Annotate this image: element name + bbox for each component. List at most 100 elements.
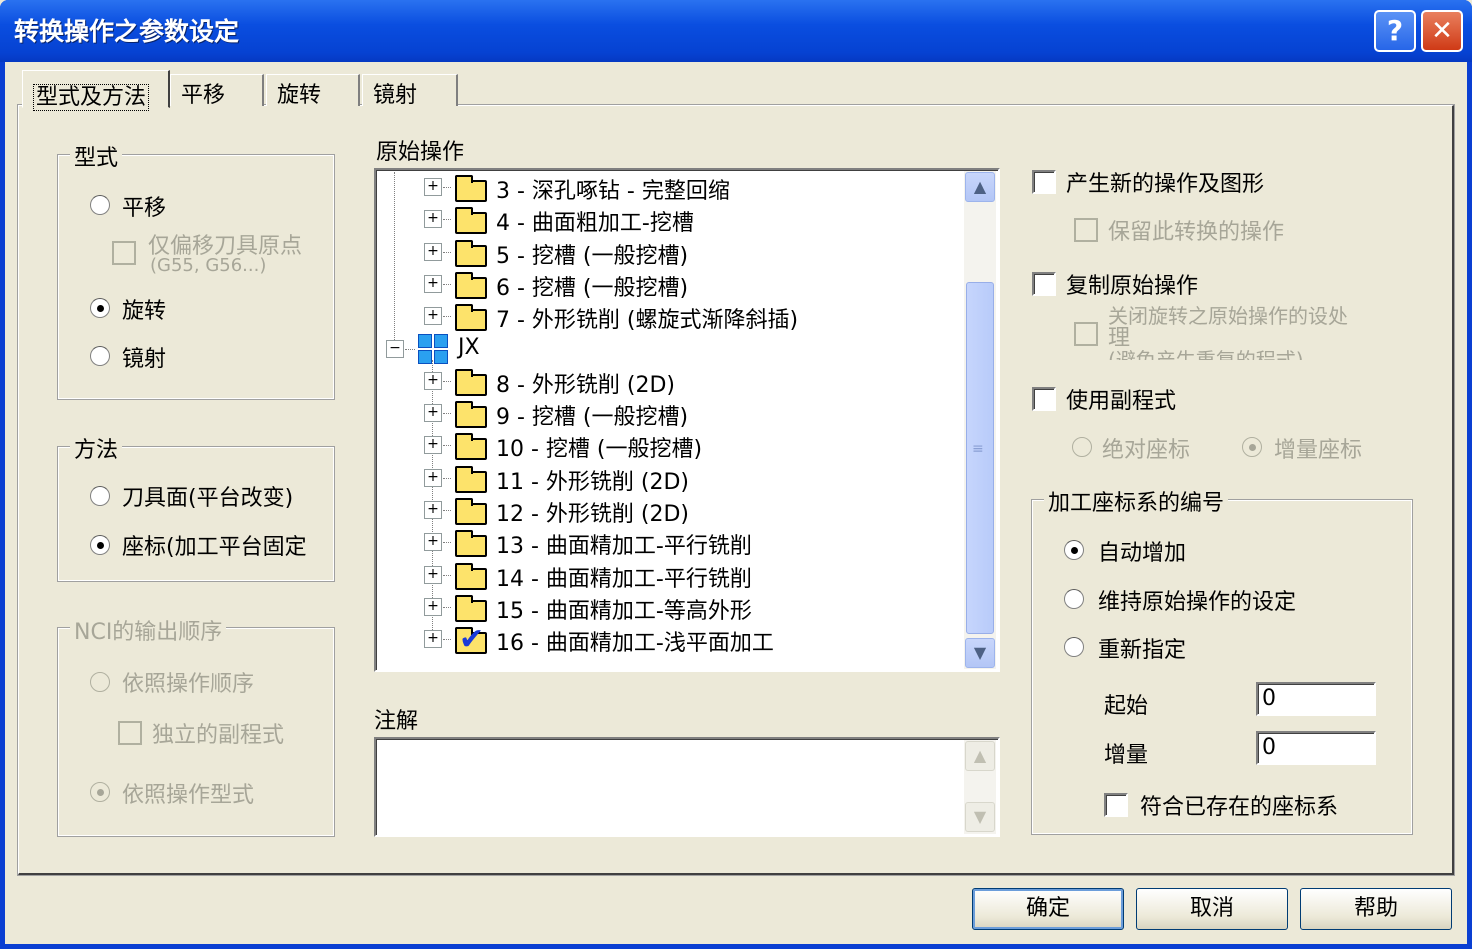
folder-icon	[455, 595, 487, 622]
create-new-ops-checkbox[interactable]	[1032, 170, 1056, 194]
tree-node[interactable]: +15 - 曲面精加工-等高外形	[380, 591, 960, 624]
tree-node-label: 3 - 深孔啄钻 - 完整回缩	[496, 179, 730, 204]
radio-incremental-coords[interactable]	[1242, 437, 1262, 457]
close-icon[interactable]: ✕	[1421, 10, 1463, 52]
tab-type-method-label: 型式及方法	[33, 84, 150, 111]
tree-line	[443, 413, 451, 414]
tree-node-label: 11 - 外形铣削 (2D)	[496, 470, 690, 495]
match-existing-label: 符合已存在的座标系	[1140, 795, 1339, 820]
keep-transform-ops-checkbox[interactable]	[1074, 218, 1098, 242]
folder-icon	[455, 433, 487, 460]
expand-icon[interactable]: +	[424, 404, 442, 422]
rotate-label: 旋转	[122, 299, 167, 324]
tree-node[interactable]: − JX	[380, 333, 960, 365]
tree-node-label: 8 - 外形铣削 (2D)	[496, 373, 676, 398]
expand-icon[interactable]: +	[424, 436, 442, 454]
tree-node-label: 14 - 曲面精加工-平行铣削	[496, 567, 752, 592]
expand-icon[interactable]: +	[424, 501, 442, 519]
help-icon[interactable]: ?	[1374, 10, 1416, 52]
radio-auto-increment[interactable]	[1064, 540, 1084, 560]
copy-source-ops-label: 复制原始操作	[1066, 274, 1199, 299]
tree-node-label: 16 - 曲面精加工-浅平面加工	[496, 631, 774, 656]
radio-tool-plane[interactable]	[90, 486, 110, 506]
tree-node-label: 6 - 挖槽 (一般挖槽)	[496, 276, 689, 301]
increment-input[interactable]: 0	[1256, 731, 1376, 765]
ok-button[interactable]: 确定	[972, 888, 1124, 930]
tab-translate[interactable]: 平移	[170, 74, 264, 108]
tree-line	[443, 607, 451, 608]
tree-node[interactable]: +8 - 外形铣削 (2D)	[380, 365, 960, 398]
independent-subprogram-checkbox[interactable]	[118, 721, 142, 745]
absolute-coords-label: 绝对座标	[1102, 438, 1191, 463]
offset-origin-checkbox[interactable]	[112, 241, 136, 265]
tab-rotate[interactable]: 旋转	[266, 74, 360, 108]
radio-coordinate[interactable]	[90, 535, 110, 555]
expand-icon[interactable]: +	[424, 275, 442, 293]
cancel-button[interactable]: 取消	[1136, 888, 1288, 930]
checkmark-icon: ✔	[459, 622, 485, 657]
tree-node[interactable]: + ✔ 16 - 曲面精加工-浅平面加工	[380, 622, 960, 657]
help-button[interactable]: 帮助	[1300, 888, 1452, 930]
radio-rotate[interactable]	[90, 298, 110, 318]
expand-icon[interactable]: +	[424, 210, 442, 228]
radio-mirror[interactable]	[90, 346, 110, 366]
translate-label: 平移	[122, 196, 167, 221]
copy-source-ops-checkbox[interactable]	[1032, 272, 1056, 296]
expand-icon[interactable]: +	[424, 178, 442, 196]
tree-node[interactable]: +4 - 曲面粗加工-挖槽	[380, 203, 960, 236]
notes-textarea[interactable]	[374, 737, 1000, 837]
radio-absolute-coords[interactable]	[1072, 437, 1092, 457]
tree-node-label: 12 - 外形铣削 (2D)	[496, 502, 690, 527]
expand-icon[interactable]: +	[424, 307, 442, 325]
checked-folder-icon: ✔	[455, 622, 487, 657]
expand-icon[interactable]: +	[424, 630, 442, 648]
copy-sub-label-line1: 关闭旋转之原始操作的设处	[1108, 306, 1348, 328]
incremental-coords-label: 增量座标	[1274, 438, 1363, 463]
scroll-thumb[interactable]	[966, 282, 994, 634]
expand-icon[interactable]: +	[424, 598, 442, 616]
tree-line	[443, 575, 451, 576]
tree-line	[443, 284, 451, 285]
scroll-up-icon[interactable]: ▲	[965, 172, 995, 202]
tree-node[interactable]: +6 - 挖槽 (一般挖槽)	[380, 268, 960, 301]
collapse-icon[interactable]: −	[386, 340, 404, 358]
copy-sub-checkbox[interactable]	[1074, 322, 1098, 346]
start-input[interactable]: 0	[1256, 682, 1376, 716]
auto-increment-label: 自动增加	[1098, 541, 1187, 566]
radio-by-operation-type[interactable]	[90, 782, 110, 802]
tab-mirror[interactable]: 镜射	[362, 74, 458, 108]
radio-keep-original[interactable]	[1064, 589, 1084, 609]
work-offset-group-title: 加工座标系的编号	[1044, 485, 1229, 517]
tree-line	[443, 252, 451, 253]
tree-node[interactable]: +7 - 外形铣削 (螺旋式渐降斜插)	[380, 300, 960, 333]
tree-node[interactable]: +10 - 挖槽 (一般挖槽)	[380, 429, 960, 462]
tree-node[interactable]: +12 - 外形铣削 (2D)	[380, 494, 960, 527]
radio-translate[interactable]	[90, 195, 110, 215]
title-bar[interactable]: 转换操作之参数设定 ? ✕	[0, 0, 1472, 62]
notes-scroll-down-icon[interactable]: ▼	[965, 802, 995, 832]
notes-scroll-up-icon[interactable]: ▲	[965, 741, 995, 771]
match-existing-checkbox[interactable]	[1104, 793, 1128, 817]
radio-by-operation-order[interactable]	[90, 672, 110, 692]
start-input-value: 0	[1262, 686, 1276, 711]
work-offset-group	[1031, 499, 1413, 835]
folder-icon	[455, 530, 487, 557]
keep-original-label: 维持原始操作的设定	[1098, 590, 1297, 615]
expand-icon[interactable]: +	[424, 533, 442, 551]
expand-icon[interactable]: +	[424, 372, 442, 390]
tree-node[interactable]: +9 - 挖槽 (一般挖槽)	[380, 397, 960, 430]
use-subprogram-checkbox[interactable]	[1032, 387, 1056, 411]
tree-node[interactable]: +14 - 曲面精加工-平行铣削	[380, 559, 960, 592]
tree-node[interactable]: +3 - 深孔啄钻 - 完整回缩	[380, 171, 960, 204]
folder-icon	[455, 466, 487, 493]
tree-line	[443, 187, 451, 188]
tab-type-method[interactable]: 型式及方法	[22, 70, 170, 111]
expand-icon[interactable]: +	[424, 469, 442, 487]
expand-icon[interactable]: +	[424, 243, 442, 261]
scroll-down-icon[interactable]: ▼	[965, 638, 995, 668]
tree-node[interactable]: +5 - 挖槽 (一般挖槽)	[380, 236, 960, 269]
tree-node[interactable]: +13 - 曲面精加工-平行铣削	[380, 526, 960, 559]
expand-icon[interactable]: +	[424, 566, 442, 584]
radio-reassign[interactable]	[1064, 637, 1084, 657]
tree-node[interactable]: +11 - 外形铣削 (2D)	[380, 462, 960, 495]
